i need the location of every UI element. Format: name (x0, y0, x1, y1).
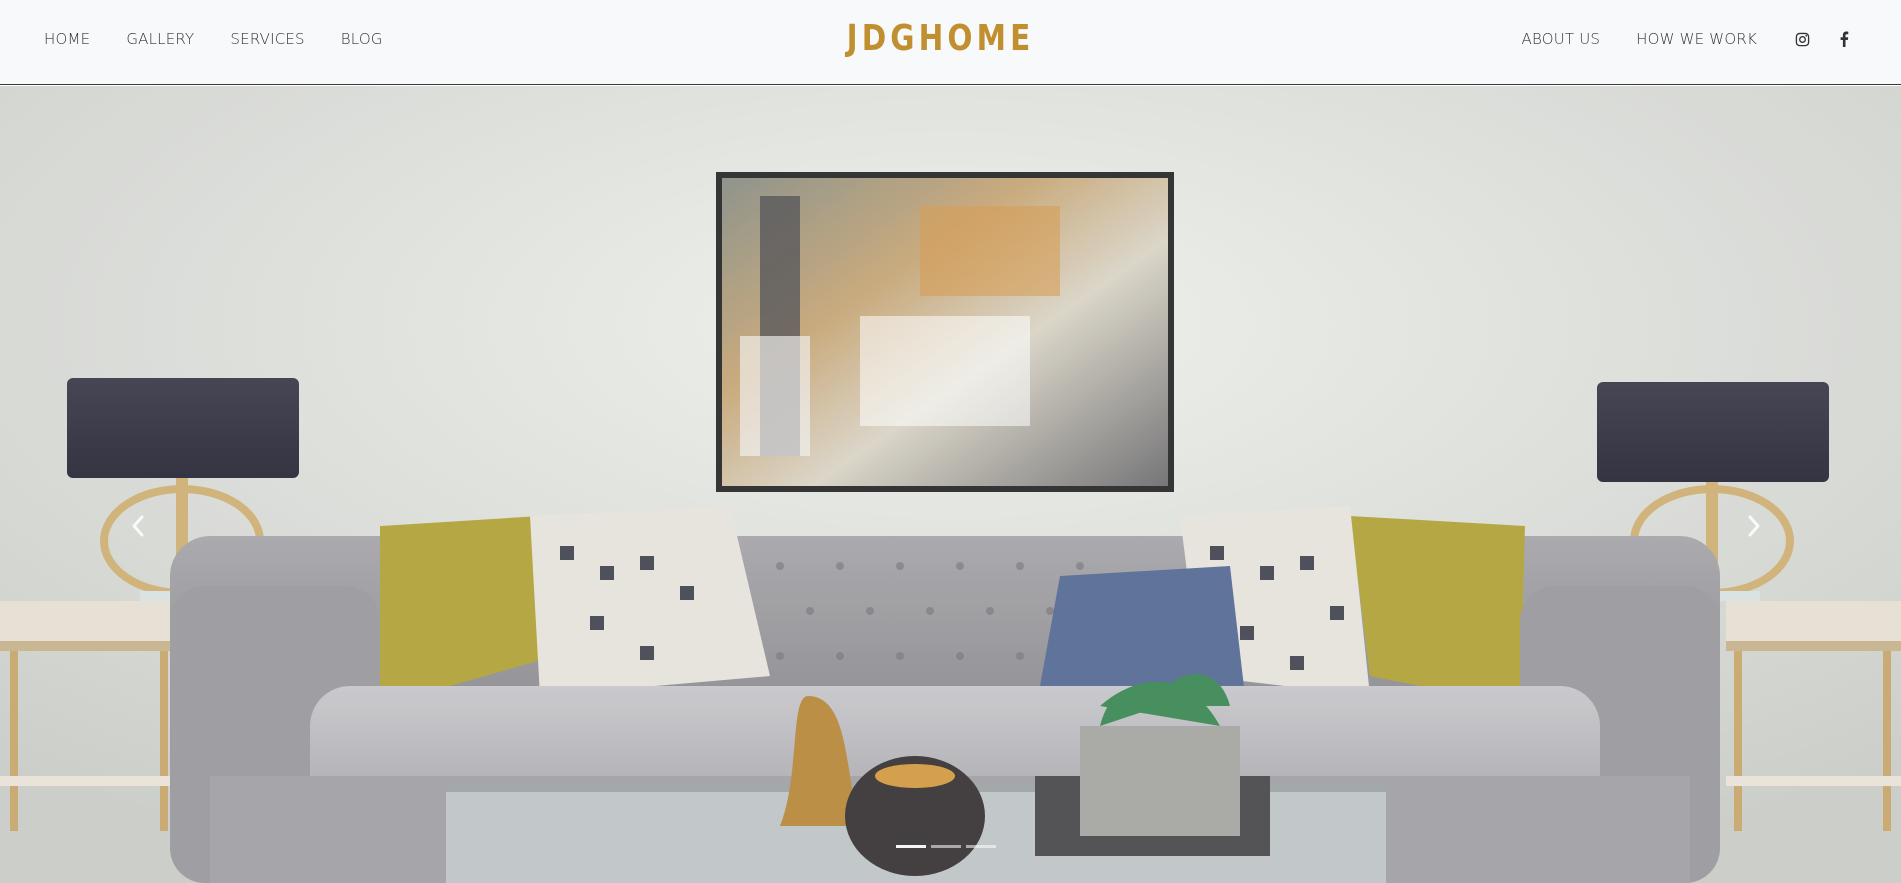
page: HOME GALLERY SERVICES BLOG JDGHOME ABOUT… (0, 0, 1901, 883)
secondary-nav: ABOUT US HOW WE WORK (1521, 0, 1853, 78)
carousel-indicator-1[interactable] (896, 845, 926, 848)
facebook-icon[interactable] (1835, 30, 1853, 48)
nav-about-us[interactable]: ABOUT US (1521, 30, 1600, 48)
hero-image-living-room (0, 86, 1901, 883)
carousel-indicators (896, 845, 996, 848)
nav-how-we-work[interactable]: HOW WE WORK (1636, 30, 1757, 48)
carousel-next-button[interactable] (1734, 506, 1774, 546)
chevron-left-icon (129, 515, 147, 537)
nav-home[interactable]: HOME (44, 30, 90, 48)
site-header: HOME GALLERY SERVICES BLOG JDGHOME ABOUT… (0, 0, 1901, 85)
social-links (1793, 30, 1853, 48)
instagram-icon[interactable] (1793, 30, 1811, 48)
carousel-indicator-3[interactable] (966, 845, 996, 848)
carousel-prev-button[interactable] (118, 506, 158, 546)
chevron-right-icon (1745, 515, 1763, 537)
carousel-indicator-2[interactable] (931, 845, 961, 848)
site-logo[interactable]: JDGHOME (169, 18, 1711, 59)
hero-carousel (0, 86, 1901, 883)
